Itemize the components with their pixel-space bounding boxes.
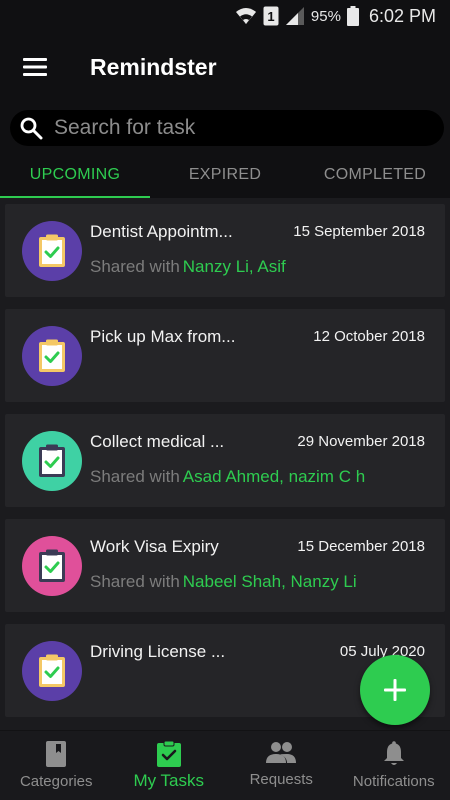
task-card[interactable]: Dentist Appointm... 15 September 2018 Sh…	[5, 204, 445, 297]
nav-categories[interactable]: Categories	[0, 731, 113, 800]
task-date: 15 September 2018	[293, 223, 425, 240]
task-date: 12 October 2018	[313, 328, 425, 345]
clipboard-check-icon	[156, 741, 181, 767]
tab-upcoming[interactable]: UPCOMING	[0, 152, 150, 198]
search-box[interactable]	[10, 110, 444, 146]
clipboard-check-icon	[39, 339, 65, 372]
clipboard-check-icon	[39, 444, 65, 477]
book-icon	[46, 741, 67, 767]
task-shared: Shared with Asad Ahmed, nazim C h	[90, 467, 365, 487]
nav-label: Requests	[249, 771, 313, 788]
search-input[interactable]	[54, 116, 414, 140]
nav-label: Notifications	[352, 773, 435, 790]
task-card[interactable]: Pick up Max from... 12 October 2018	[5, 309, 445, 402]
tab-bar: UPCOMING EXPIRED COMPLETED	[0, 152, 450, 198]
clipboard-check-icon	[39, 654, 65, 687]
task-avatar	[22, 431, 82, 491]
task-avatar	[22, 326, 82, 386]
task-card[interactable]: Work Visa Expiry 15 December 2018 Shared…	[5, 519, 445, 612]
task-date: 15 December 2018	[297, 538, 425, 555]
clipboard-check-icon	[39, 549, 65, 582]
task-title: Dentist Appointm...	[90, 222, 233, 241]
shared-names: Nabeel Shah, Nanzy Li	[182, 572, 357, 591]
svg-text:1: 1	[267, 9, 274, 24]
hamburger-icon	[23, 58, 47, 76]
tab-completed[interactable]: COMPLETED	[300, 152, 450, 198]
shared-label: Shared with	[90, 572, 180, 591]
people-icon	[266, 742, 297, 763]
nav-notifications[interactable]: Notifications	[338, 731, 450, 800]
bottom-nav: Categories My Tasks Requests Notificatio…	[0, 730, 450, 800]
task-title: Driving License ...	[90, 642, 226, 661]
plus-icon	[384, 679, 406, 701]
task-date: 29 November 2018	[297, 433, 425, 450]
app-bar: Remindster	[0, 32, 450, 102]
battery-icon	[346, 6, 359, 26]
task-shared: Shared with Nabeel Shah, Nanzy Li	[90, 572, 357, 592]
task-card[interactable]: Collect medical ... 29 November 2018 Sha…	[5, 414, 445, 507]
nav-requests[interactable]: Requests	[225, 731, 338, 800]
search-bar	[0, 102, 450, 152]
sim-icon: 1	[263, 6, 279, 26]
task-shared: Shared with Nanzy Li, Asif	[90, 257, 286, 277]
clock: 6:02 PM	[368, 5, 436, 26]
task-avatar	[22, 221, 82, 281]
status-bar: 1 95% 6:02 PM	[0, 0, 450, 32]
shared-names: Nanzy Li, Asif	[182, 257, 286, 276]
nav-label: Categories	[19, 773, 93, 790]
task-list: Dentist Appointm... 15 September 2018 Sh…	[0, 198, 450, 730]
shared-names: Asad Ahmed, nazim C h	[182, 467, 366, 486]
app-title: Remindster	[90, 53, 217, 80]
wifi-icon	[235, 6, 257, 26]
tab-expired[interactable]: EXPIRED	[150, 152, 300, 198]
task-avatar	[22, 641, 82, 701]
task-title: Collect medical ...	[90, 432, 225, 451]
search-icon	[16, 113, 46, 143]
clipboard-check-icon	[39, 234, 65, 267]
shared-label: Shared with	[90, 467, 180, 486]
add-task-button[interactable]	[360, 655, 430, 725]
task-avatar	[22, 536, 82, 596]
shared-label: Shared with	[90, 257, 180, 276]
menu-button[interactable]	[0, 32, 70, 102]
battery-percent: 95%	[310, 7, 341, 25]
nav-my-tasks[interactable]: My Tasks	[113, 731, 226, 800]
nav-label: My Tasks	[133, 771, 205, 790]
bell-icon	[383, 741, 404, 765]
task-title: Pick up Max from...	[90, 327, 236, 346]
signal-icon	[285, 6, 305, 26]
task-title: Work Visa Expiry	[90, 537, 219, 556]
